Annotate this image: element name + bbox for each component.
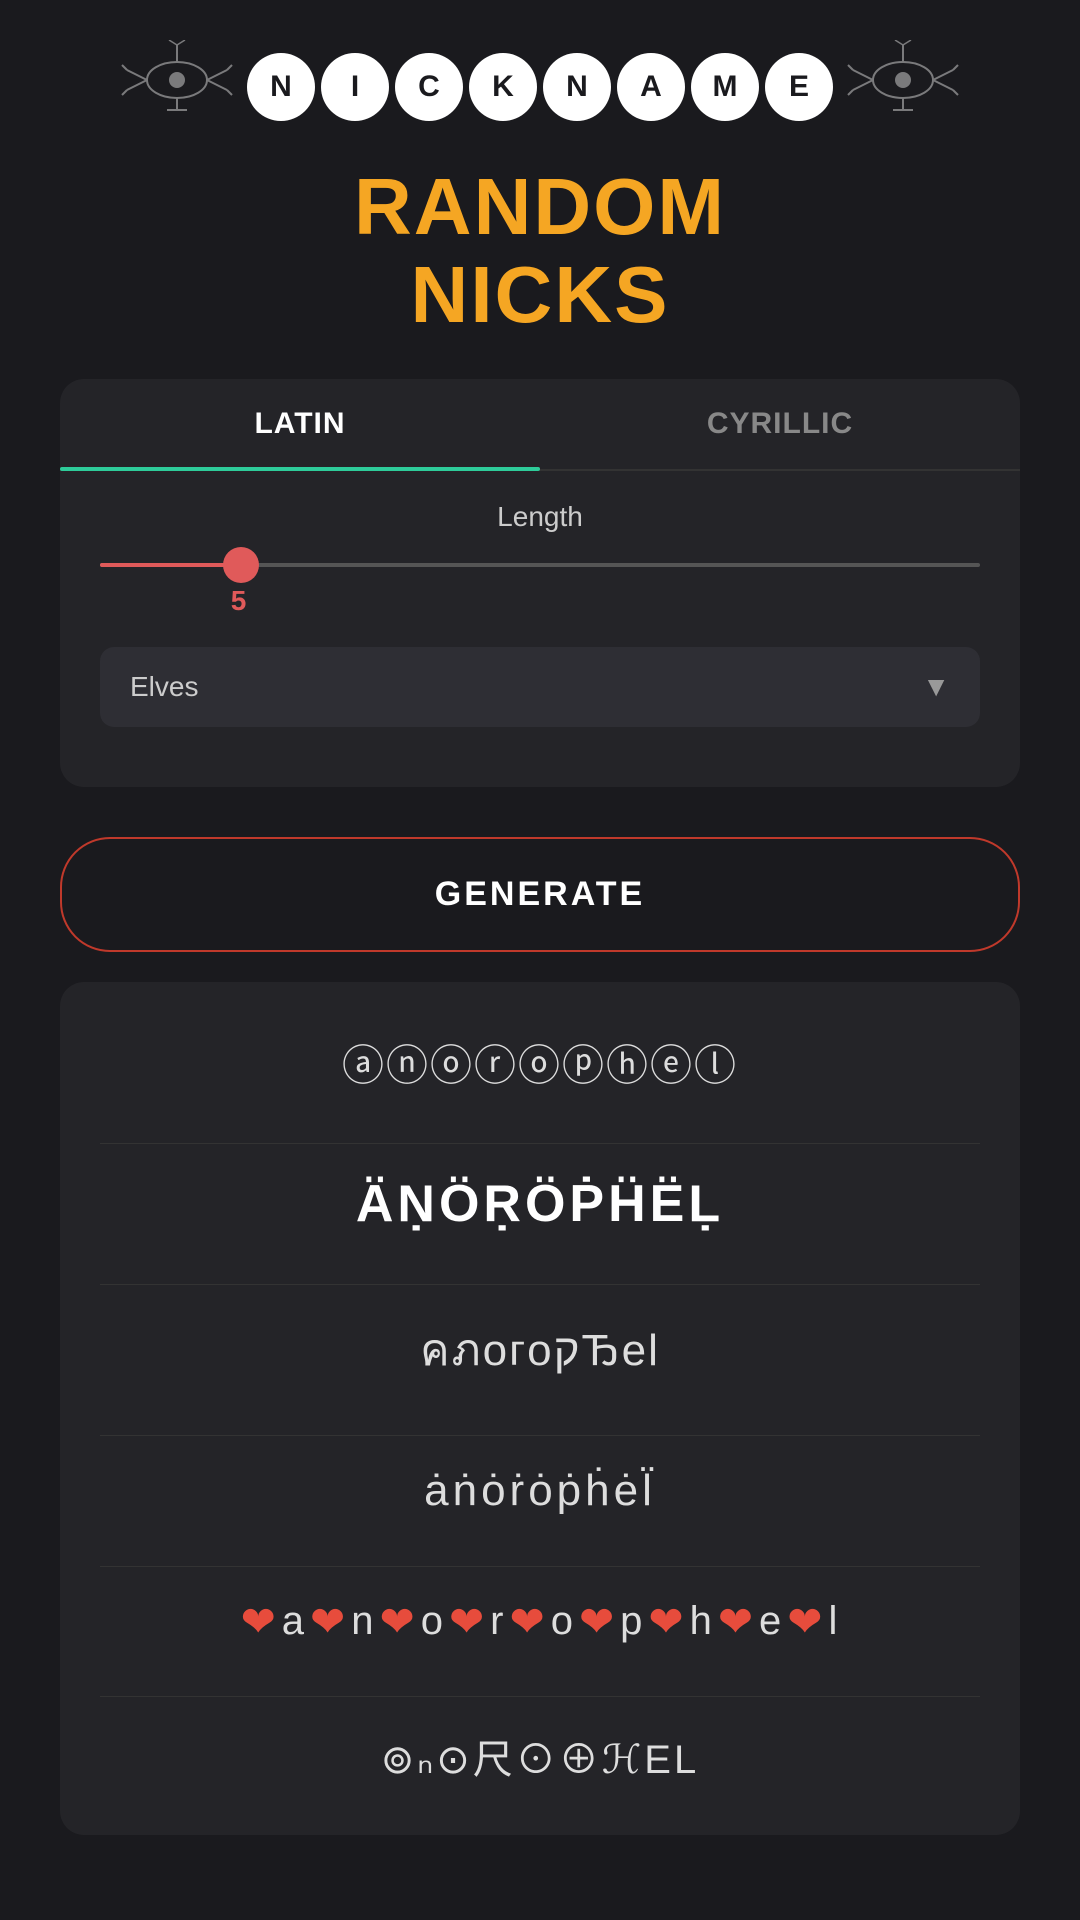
style-dropdown[interactable]: Elves ▼ bbox=[100, 647, 980, 727]
settings-section: Length 5 Elves ▼ bbox=[60, 471, 1020, 757]
heart-icon-4: ❤ bbox=[449, 1597, 486, 1646]
letter-c: C bbox=[395, 53, 463, 121]
generate-button[interactable]: GENERATE bbox=[60, 837, 1020, 952]
result-diacritic: ÄṆÖṚÖṖḦËḶ bbox=[100, 1174, 980, 1234]
title-line2: NICKS bbox=[411, 250, 670, 339]
divider-4 bbox=[100, 1566, 980, 1567]
heart-icon-6: ❤ bbox=[579, 1597, 616, 1646]
heart-icon-5: ❤ bbox=[509, 1597, 546, 1646]
main-settings-card: LATIN CYRILLIC Length 5 Elves ▼ bbox=[60, 379, 1020, 787]
mixed-text: ⊚ₙ⊙尺⊙⊕ℋEL bbox=[100, 1727, 980, 1785]
divider-5 bbox=[100, 1696, 980, 1697]
hearts-text: ❤a ❤n ❤o ❤r ❤o ❤p ❤h ❤e ❤l bbox=[100, 1597, 980, 1646]
slider-value: 5 bbox=[231, 585, 980, 617]
length-label: Length bbox=[100, 501, 980, 533]
result-foreign: คภoгoקЂel bbox=[100, 1315, 980, 1385]
letter-k: K bbox=[469, 53, 537, 121]
tab-bar: LATIN CYRILLIC bbox=[60, 379, 1020, 471]
result-hearts: ❤a ❤n ❤o ❤r ❤o ❤p ❤h ❤e ❤l bbox=[100, 1597, 980, 1646]
divider-2 bbox=[100, 1284, 980, 1285]
fancy-text: ȧṅȯṙȯṗḣėl̈ bbox=[100, 1466, 980, 1516]
generate-section: GENERATE bbox=[0, 817, 1080, 982]
app-header: N I C K N A M E bbox=[0, 0, 1080, 153]
results-card: ⓐⓝⓞⓡⓞⓟⓗⓔⓛ ÄṆÖṚÖṖḦËḶ คภoгoקЂel ȧṅȯṙȯṗḣėl̈… bbox=[60, 982, 1020, 1835]
hearts-char-o1: o bbox=[421, 1599, 445, 1644]
slider-fill bbox=[100, 563, 241, 567]
slider-thumb[interactable] bbox=[223, 547, 259, 583]
result-fancy: ȧṅȯṙȯṗḣėl̈ bbox=[100, 1466, 980, 1516]
foreign-text: คภoгoקЂel bbox=[100, 1315, 980, 1385]
hearts-char-l: l bbox=[829, 1599, 840, 1644]
nickname-logo: N I C K N A M E bbox=[247, 53, 833, 121]
hearts-char-r: r bbox=[490, 1599, 505, 1644]
letter-n: N bbox=[247, 53, 315, 121]
title-line1: RANDOM bbox=[354, 162, 726, 251]
divider-1 bbox=[100, 1143, 980, 1144]
result-circled: ⓐⓝⓞⓡⓞⓟⓗⓔⓛ bbox=[100, 1032, 980, 1093]
diacritic-text: ÄṆÖṚÖṖḦËḶ bbox=[100, 1174, 980, 1234]
letter-i: I bbox=[321, 53, 389, 121]
tab-latin[interactable]: LATIN bbox=[60, 379, 540, 469]
heart-icon-8: ❤ bbox=[718, 1597, 755, 1646]
app-title: RANDOM NICKS bbox=[0, 153, 1080, 379]
heart-icon-9: ❤ bbox=[787, 1597, 824, 1646]
letter-m: M bbox=[691, 53, 759, 121]
slider-track bbox=[100, 563, 980, 567]
hearts-char-h: h bbox=[690, 1599, 714, 1644]
length-slider[interactable]: 5 bbox=[100, 563, 980, 617]
left-ornament bbox=[117, 40, 237, 133]
hearts-char-n: n bbox=[351, 1599, 375, 1644]
letter-e: E bbox=[765, 53, 833, 121]
heart-icon-1: ❤ bbox=[241, 1597, 278, 1646]
hearts-char-o2: o bbox=[551, 1599, 575, 1644]
letter-a: A bbox=[617, 53, 685, 121]
result-mixed: ⊚ₙ⊙尺⊙⊕ℋEL bbox=[100, 1727, 980, 1785]
chevron-down-icon: ▼ bbox=[922, 671, 950, 703]
circled-text: ⓐⓝⓞⓡⓞⓟⓗⓔⓛ bbox=[100, 1032, 980, 1093]
heart-icon-7: ❤ bbox=[648, 1597, 685, 1646]
tab-cyrillic[interactable]: CYRILLIC bbox=[540, 379, 1020, 469]
letter-n2: N bbox=[543, 53, 611, 121]
divider-3 bbox=[100, 1435, 980, 1436]
heart-icon-2: ❤ bbox=[310, 1597, 347, 1646]
right-ornament bbox=[843, 40, 963, 133]
hearts-char-a: a bbox=[282, 1599, 306, 1644]
heart-icon-3: ❤ bbox=[380, 1597, 417, 1646]
hearts-char-e: e bbox=[759, 1599, 783, 1644]
dropdown-value: Elves bbox=[130, 671, 198, 703]
hearts-char-p: p bbox=[620, 1599, 644, 1644]
